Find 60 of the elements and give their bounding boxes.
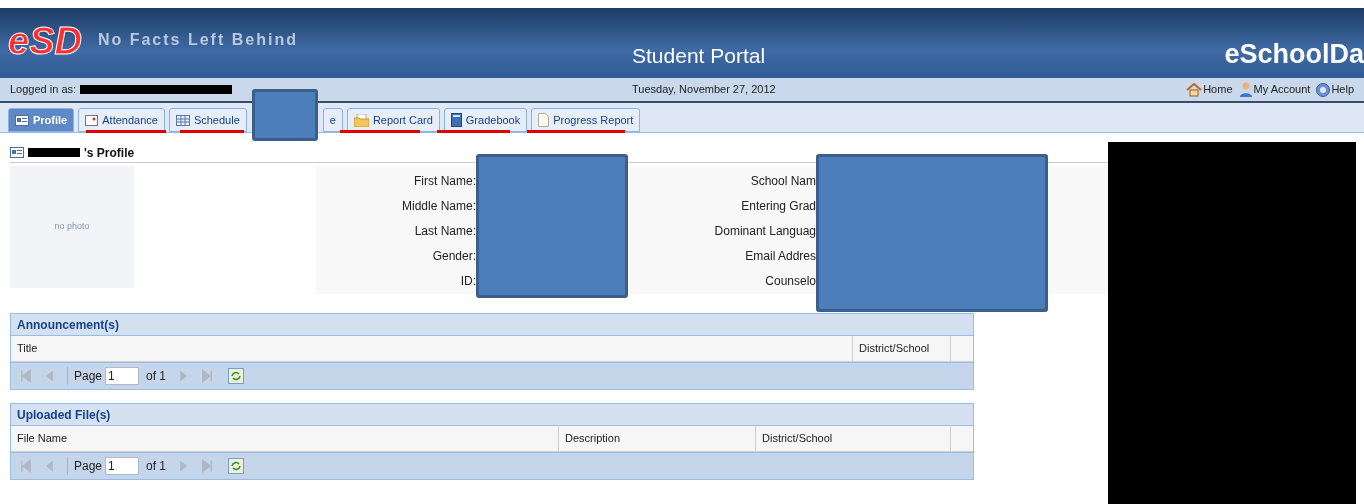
page-number-field[interactable]: 1 xyxy=(105,367,140,385)
book-icon xyxy=(450,113,462,127)
first-page-icon[interactable] xyxy=(19,459,33,473)
panel-title: Announcement(s) xyxy=(17,316,119,334)
tab[interactable]: Progress Report xyxy=(531,108,641,132)
first-page-icon[interactable] xyxy=(19,369,33,383)
calendar-icon xyxy=(85,114,99,126)
field-label: Counselo xyxy=(765,273,816,291)
field-label: Gender: xyxy=(432,248,476,266)
field-label: ID: xyxy=(460,273,476,291)
page-count: of 1 xyxy=(146,368,167,385)
column-header[interactable]: District/School xyxy=(756,426,951,451)
page-number-field[interactable]: 1 xyxy=(105,457,140,475)
field-label: School Nam xyxy=(750,172,816,190)
house-icon xyxy=(1186,82,1203,97)
person-icon xyxy=(1238,82,1253,97)
page-count: of 1 xyxy=(146,458,167,475)
logged-in-label: Logged in as: xyxy=(10,82,77,98)
tab[interactable]: Gradebook xyxy=(443,108,528,132)
field-label: Last Name: xyxy=(414,223,476,240)
page-icon xyxy=(538,113,550,127)
field-label: Email Addres xyxy=(745,248,816,266)
table-icon xyxy=(175,114,190,126)
refresh-icon[interactable] xyxy=(228,368,245,384)
no-photo-text: no photo xyxy=(54,220,90,234)
panel-title: Uploaded File(s) xyxy=(17,406,111,424)
portal-title: Student Portal xyxy=(632,43,766,69)
redaction-block xyxy=(252,89,318,141)
redaction-bar xyxy=(28,148,80,157)
id-card-icon xyxy=(10,147,24,158)
header-link[interactable]: Home xyxy=(1186,81,1233,98)
field-label: Entering Grad xyxy=(741,197,816,215)
help-icon xyxy=(1316,82,1331,97)
column-header[interactable]: District/School xyxy=(853,336,951,361)
tab[interactable]: e xyxy=(322,108,343,132)
field-label: First Name: xyxy=(414,172,476,190)
profile-title: 's Profile xyxy=(84,144,135,162)
folder-icon xyxy=(353,113,369,127)
page-label: Page xyxy=(74,368,103,385)
tagline: No Facts Left Behind xyxy=(97,30,298,50)
last-page-icon[interactable] xyxy=(200,369,215,383)
tab[interactable]: Report Card xyxy=(346,108,440,132)
id-card-icon xyxy=(15,114,29,126)
tab[interactable]: Schedule xyxy=(168,108,247,132)
page-label: Page xyxy=(74,458,103,475)
field-label: Dominant Languag xyxy=(714,223,816,240)
logo: eSD xyxy=(8,22,82,60)
last-page-icon[interactable] xyxy=(200,459,215,473)
column-header[interactable]: Description xyxy=(559,426,756,451)
header-link[interactable]: Help xyxy=(1316,81,1354,98)
brand-name: eSchoolDa xyxy=(1224,38,1364,71)
refresh-icon[interactable] xyxy=(228,458,245,474)
header-link[interactable]: My Account xyxy=(1238,81,1311,98)
tab[interactable]: Attendance xyxy=(78,108,165,132)
date-text: Tuesday, November 27, 2012 xyxy=(632,82,776,98)
column-header[interactable]: Title xyxy=(11,336,853,361)
underline-mark xyxy=(180,130,244,133)
field-label: Middle Name: xyxy=(401,197,476,215)
column-header[interactable]: File Name xyxy=(11,426,559,451)
tab[interactable]: Profile xyxy=(8,108,75,132)
